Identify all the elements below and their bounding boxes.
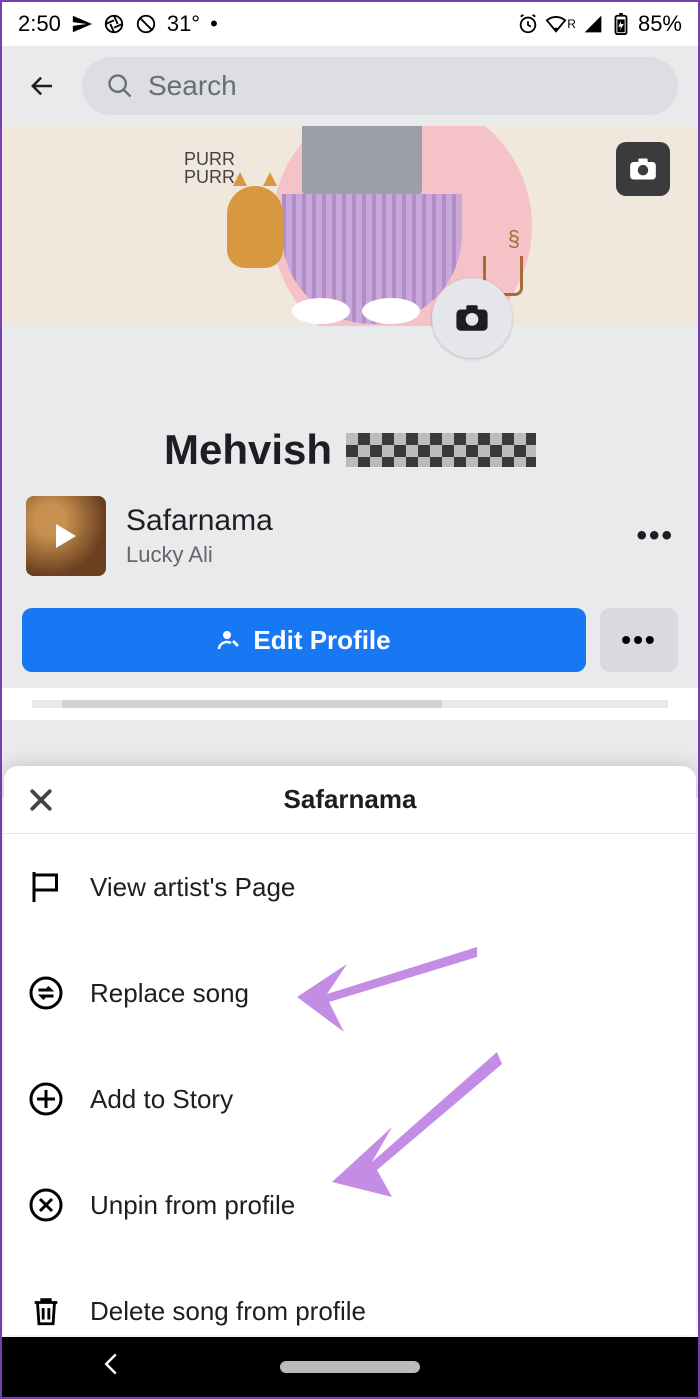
- profile-more-button[interactable]: •••: [600, 608, 678, 672]
- android-nav-bar: [2, 1337, 698, 1397]
- purr-text: PURR PURR: [184, 150, 235, 186]
- camera-icon: [629, 157, 657, 181]
- search-input[interactable]: Search: [82, 57, 678, 115]
- redacted-surname: [346, 433, 536, 467]
- camera-icon: [455, 303, 489, 333]
- swap-icon: [26, 973, 66, 1013]
- menu-label: Unpin from profile: [90, 1190, 295, 1221]
- search-icon: [106, 72, 134, 100]
- song-title: Safarnama: [126, 504, 616, 538]
- nav-home-pill[interactable]: [280, 1361, 420, 1373]
- signal-icon: [582, 13, 604, 35]
- song-artist: Lucky Ali: [126, 542, 616, 568]
- cover-camera-button[interactable]: [616, 142, 670, 196]
- location-off-icon: [135, 13, 157, 35]
- pinned-song-row[interactable]: Safarnama Lucky Ali •••: [2, 474, 698, 598]
- avatar-camera-button[interactable]: [432, 278, 512, 358]
- menu-label: Add to Story: [90, 1084, 233, 1115]
- cover-photo[interactable]: PURR PURR §: [2, 126, 698, 326]
- song-more-button[interactable]: •••: [636, 519, 674, 553]
- trash-icon: [26, 1291, 66, 1331]
- status-time: 2:50: [18, 11, 61, 37]
- send-icon: [71, 13, 93, 35]
- top-bar: Search: [2, 46, 698, 126]
- status-temp: 31°: [167, 11, 200, 37]
- wifi-icon: [545, 13, 567, 35]
- back-button[interactable]: [22, 66, 62, 106]
- battery-icon: [610, 13, 632, 35]
- scroll-indicator: [32, 700, 668, 708]
- menu-unpin-from-profile[interactable]: Unpin from profile: [4, 1152, 696, 1258]
- menu-view-artist-page[interactable]: View artist's Page: [4, 834, 696, 940]
- menu-label: View artist's Page: [90, 872, 295, 903]
- profile-name: Mehvish: [164, 426, 332, 474]
- edit-person-icon: [217, 628, 241, 652]
- play-icon: [56, 524, 76, 548]
- profile-info: Mehvish: [2, 326, 698, 474]
- bottom-sheet: Safarnama View artist's Page Replace son…: [4, 766, 696, 1335]
- menu-add-to-story[interactable]: Add to Story: [4, 1046, 696, 1152]
- roaming-label: R: [567, 17, 576, 31]
- edit-profile-button[interactable]: Edit Profile: [22, 608, 586, 672]
- search-placeholder: Search: [148, 70, 237, 102]
- profile-actions: Edit Profile •••: [2, 598, 698, 688]
- flag-icon: [26, 867, 66, 907]
- album-art[interactable]: [26, 496, 106, 576]
- menu-label: Replace song: [90, 978, 249, 1009]
- edit-profile-label: Edit Profile: [253, 625, 390, 656]
- alarm-icon: [517, 13, 539, 35]
- aperture-icon: [103, 13, 125, 35]
- status-bar: 2:50 31° • R 85%: [2, 2, 698, 46]
- x-circle-icon: [26, 1185, 66, 1225]
- sheet-header: Safarnama: [4, 766, 696, 834]
- status-battery: 85%: [638, 11, 682, 37]
- sheet-title: Safarnama: [22, 784, 678, 815]
- nav-back-button[interactable]: [102, 1352, 120, 1383]
- menu-label: Delete song from profile: [90, 1296, 366, 1327]
- status-dot: •: [210, 11, 218, 37]
- plus-circle-icon: [26, 1079, 66, 1119]
- menu-replace-song[interactable]: Replace song: [4, 940, 696, 1046]
